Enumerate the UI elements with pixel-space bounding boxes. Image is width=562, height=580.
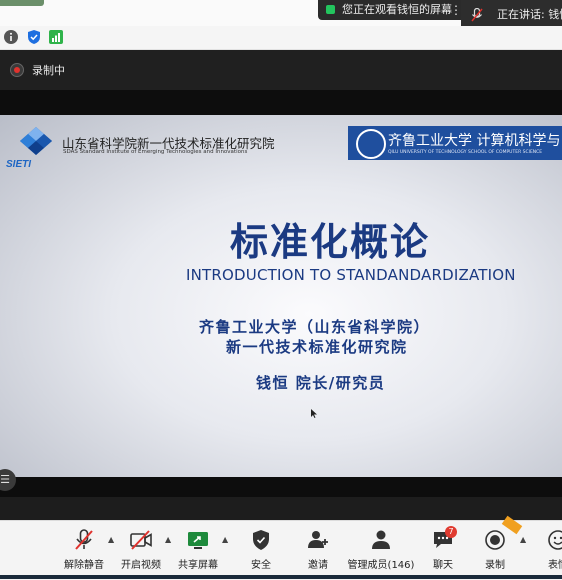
record-options-chevron-icon[interactable]: ▲ <box>520 535 526 544</box>
presenter-name: 钱恒 院长/研究员 <box>256 374 386 392</box>
partner-name-cn: 齐鲁工业大学 计算机科学与 <box>388 133 561 149</box>
signal-icon[interactable] <box>48 29 64 45</box>
taskbar-strip <box>0 575 562 579</box>
start-video-button[interactable]: 开启视频 <box>111 527 171 573</box>
participants-button[interactable]: 管理成员(146) <box>345 527 417 573</box>
reactions-label: 表情 <box>548 560 562 571</box>
add-user-icon <box>308 531 328 548</box>
status-icon-row <box>0 26 562 50</box>
video-area-gap <box>0 497 562 520</box>
tab-stub <box>0 0 44 6</box>
info-icon[interactable] <box>3 29 19 45</box>
svg-text:SIETI: SIETI <box>6 159 31 170</box>
meeting-toolbar: 解除静音 ▲ 开启视频 ▲ 共享屏幕 ▲ 安全 邀请 管理成员(146) 聊天 … <box>0 520 562 580</box>
viewing-text: 您正在观看钱恒的屏幕 <box>342 3 452 16</box>
share-screen-button[interactable]: 共享屏幕 <box>168 527 228 573</box>
slide-title-en: INTRODUCTION TO STANDANDARDIZATION <box>186 266 516 284</box>
participants-label: 管理成员(146) <box>347 560 415 571</box>
video-letterbox-top <box>0 90 562 115</box>
unmute-button[interactable]: 解除静音 <box>54 527 114 573</box>
recording-bar: 录制中 <box>0 50 562 90</box>
university-seal-icon <box>356 129 386 159</box>
invite-label: 邀请 <box>308 560 328 571</box>
muted-mic-icon <box>75 529 93 550</box>
partner-logo-banner: 齐鲁工业大学 计算机科学与 QILU UNIVERSITY OF TECHNOL… <box>348 126 562 160</box>
chat-unread-badge: 7 <box>445 526 457 538</box>
chat-label: 聊天 <box>433 560 453 571</box>
recording-icon[interactable] <box>10 63 24 77</box>
shared-screen-slide: SIETI 山东省科学院新一代技术标准化研究院 SDAS Standard In… <box>0 115 562 477</box>
muted-mic-icon <box>471 8 483 22</box>
institute-name-en: SDAS Standard Institute of Emerging Tech… <box>63 149 248 155</box>
organization-line-2: 新一代技术标准化研究院 <box>226 338 408 356</box>
video-off-icon <box>130 530 152 550</box>
unmute-label: 解除静音 <box>64 560 104 571</box>
share-screen-icon <box>188 532 208 549</box>
share-screen-label: 共享屏幕 <box>178 560 218 571</box>
security-shield-icon <box>253 530 269 550</box>
video-letterbox-bottom <box>0 477 562 497</box>
shield-icon[interactable] <box>26 29 42 45</box>
organization-line-1: 齐鲁工业大学（山东省科学院） <box>199 318 431 336</box>
mouse-cursor-icon <box>311 409 317 418</box>
slide-title-cn: 标准化概论 <box>230 220 431 264</box>
security-button[interactable]: 安全 <box>231 527 291 573</box>
smiley-icon <box>548 530 562 550</box>
record-label: 录制 <box>485 560 505 571</box>
chat-button[interactable]: 聊天 <box>413 527 473 573</box>
reactions-button[interactable]: 表情 <box>528 527 562 573</box>
sieti-logo: SIETI <box>6 127 52 170</box>
viewing-banner[interactable]: 您正在观看钱恒的屏幕 ⋮ <box>318 0 468 20</box>
start-video-label: 开启视频 <box>121 560 161 571</box>
invite-button[interactable]: 邀请 <box>288 527 348 573</box>
record-icon <box>485 530 505 550</box>
participants-icon <box>372 530 390 549</box>
share-options-chevron-icon[interactable]: ▲ <box>222 535 228 544</box>
partner-name-en: QILU UNIVERSITY OF TECHNOLOGY SCHOOL OF … <box>388 150 543 155</box>
recording-label: 录制中 <box>32 64 65 77</box>
screen-share-icon <box>326 5 335 14</box>
security-label: 安全 <box>251 560 271 571</box>
